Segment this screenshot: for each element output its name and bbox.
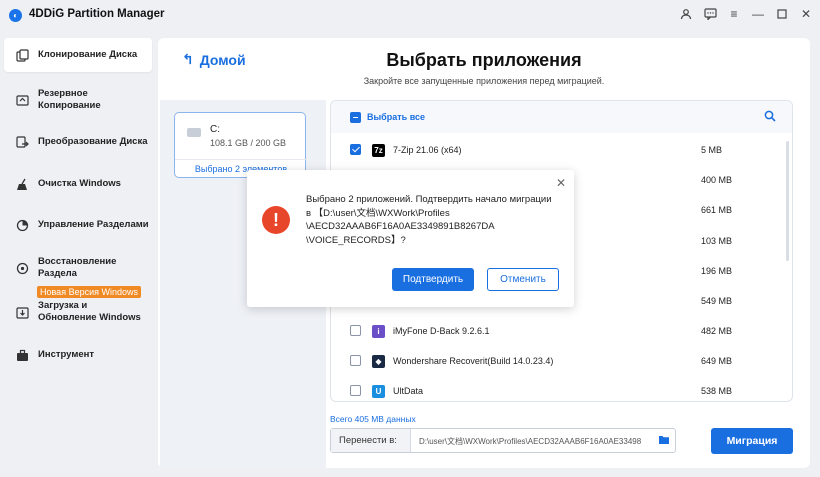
sidebar-item-clean-windows[interactable]: Очистка Windows bbox=[4, 172, 152, 196]
app-size: 649 MB bbox=[701, 356, 733, 366]
app-size: 196 MB bbox=[701, 266, 733, 276]
close-icon[interactable]: ✕ bbox=[798, 6, 814, 22]
maximize-icon[interactable] bbox=[774, 6, 790, 22]
sidebar-item-convert-disk[interactable]: Преобразование Диска bbox=[4, 130, 152, 154]
destination-label: Перенести в: bbox=[331, 429, 411, 452]
confirm-button[interactable]: Подтвердить bbox=[392, 268, 474, 291]
sidebar-item-windows-update[interactable]: Загрузка и Обновление Windows bbox=[4, 298, 152, 326]
app-size: 482 MB bbox=[701, 326, 733, 336]
list-item[interactable]: U UltData 538 MB bbox=[331, 376, 792, 401]
list-item[interactable]: 7z 7-Zip 21.06 (x64) 5 MB bbox=[331, 135, 792, 165]
dialog-message: Выбрано 2 приложений. Подтвердить начало… bbox=[306, 193, 561, 247]
total-size: Всего 405 MB данных bbox=[330, 414, 416, 424]
dialog-line: Выбрано 2 приложений. Подтвердить начало… bbox=[306, 194, 552, 205]
minimize-icon[interactable]: — bbox=[750, 6, 766, 22]
app-size: 103 MB bbox=[701, 236, 733, 246]
app-checkbox[interactable] bbox=[350, 355, 361, 366]
disk-name: C: bbox=[210, 124, 220, 135]
disk-icon bbox=[187, 128, 201, 137]
sidebar-item-restore-partition[interactable]: Восстановление Раздела bbox=[4, 254, 152, 282]
list-scrollbar[interactable] bbox=[786, 141, 789, 261]
sidebar-item-label: Клонирование Диска bbox=[38, 49, 138, 60]
account-icon[interactable] bbox=[678, 6, 694, 22]
app-checkbox[interactable] bbox=[350, 144, 361, 155]
folder-icon[interactable] bbox=[658, 434, 670, 448]
restore-icon bbox=[15, 261, 29, 275]
app-size: 549 MB bbox=[701, 296, 733, 306]
app-name: iMyFone D-Back 9.2.6.1 bbox=[393, 326, 490, 336]
window-controls: ≡ — ✕ bbox=[678, 6, 814, 22]
feedback-icon[interactable] bbox=[702, 6, 718, 22]
broom-icon bbox=[15, 177, 29, 191]
backup-icon bbox=[15, 93, 29, 107]
dialog-line: в 【D:\user\文档\WXWork\Profiles bbox=[306, 207, 450, 219]
sidebar-item-label: Управление Разделами bbox=[38, 219, 149, 230]
confirm-dialog: ✕ ! Выбрано 2 приложений. Подтвердить на… bbox=[247, 170, 574, 307]
recoverit-icon: ◆ bbox=[372, 355, 385, 368]
sidebar-item-label: Преобразование Диска bbox=[38, 136, 148, 147]
dialog-close-icon[interactable]: ✕ bbox=[556, 176, 566, 190]
app-name: Wondershare Recoverit(Build 14.0.23.4) bbox=[393, 356, 554, 366]
search-icon[interactable] bbox=[764, 110, 776, 125]
cancel-button[interactable]: Отменить bbox=[487, 268, 559, 291]
convert-disk-icon bbox=[15, 135, 29, 149]
toolbox-icon bbox=[15, 348, 29, 362]
app-title: 4DDiG Partition Manager bbox=[29, 8, 165, 20]
partition-icon bbox=[15, 218, 29, 232]
7zip-icon: 7z bbox=[372, 144, 385, 157]
sidebar-item-label: Резервное Копирование bbox=[38, 88, 101, 111]
disk-card[interactable]: C: 108.1 GB / 200 GB Выбрано 2 элементов bbox=[174, 112, 307, 178]
list-item[interactable]: ◆ Wondershare Recoverit(Build 14.0.23.4)… bbox=[331, 346, 792, 376]
sidebar-item-label: Восстановление Раздела bbox=[38, 256, 117, 279]
select-all-checkbox[interactable] bbox=[350, 112, 361, 123]
sidebar-item-label: Загрузка и Обновление Windows bbox=[38, 300, 141, 323]
sidebar-item-clone-disk[interactable]: Клонирование Диска bbox=[4, 38, 152, 72]
app-checkbox[interactable] bbox=[350, 325, 361, 336]
title-bar: ◐ 4DDiG Partition Manager ≡ — ✕ bbox=[0, 0, 820, 30]
warning-icon: ! bbox=[262, 206, 290, 234]
new-version-badge: Новая Версия Windows bbox=[37, 286, 141, 298]
dialog-line: \VOICE_RECORDS】? bbox=[306, 234, 406, 246]
menu-icon[interactable]: ≡ bbox=[726, 6, 742, 22]
sidebar-item-partitions[interactable]: Управление Разделами bbox=[4, 213, 152, 237]
sidebar: Клонирование Диска Резервное Копирование… bbox=[0, 30, 158, 477]
app-name: 7-Zip 21.06 (x64) bbox=[393, 145, 462, 155]
page-title: Выбрать приложения bbox=[386, 50, 582, 70]
dialog-line: \AECD32AAAB6F16A0AE3349891B8267DA bbox=[306, 221, 495, 232]
list-item[interactable]: i iMyFone D-Back 9.2.6.1 482 MB bbox=[331, 316, 792, 346]
app-size: 538 MB bbox=[701, 386, 733, 396]
destination-field[interactable]: Перенести в: D:\user\文档\WXWork\Profiles\… bbox=[330, 428, 676, 453]
ultdata-icon: U bbox=[372, 385, 385, 398]
app-size: 400 MB bbox=[701, 175, 733, 185]
app-name: UltData bbox=[393, 386, 424, 396]
app-size: 5 MB bbox=[701, 145, 723, 155]
app-checkbox[interactable] bbox=[350, 385, 361, 396]
destination-path[interactable]: D:\user\文档\WXWork\Profiles\AECD32AAAB6F1… bbox=[419, 436, 659, 447]
clone-disk-icon bbox=[15, 48, 29, 62]
sidebar-item-tools[interactable]: Инструмент bbox=[4, 343, 152, 367]
list-header: Выбрать все bbox=[331, 101, 792, 133]
page-subtitle: Закройте все запущенные приложения перед… bbox=[363, 76, 605, 86]
disk-size: 108.1 GB / 200 GB bbox=[210, 138, 287, 148]
imyfone-icon: i bbox=[372, 325, 385, 338]
sidebar-item-backup[interactable]: Резервное Копирование bbox=[4, 86, 152, 114]
sidebar-item-label: Очистка Windows bbox=[38, 178, 121, 189]
sidebar-item-label: Инструмент bbox=[38, 349, 95, 360]
download-icon bbox=[15, 305, 29, 319]
app-size: 661 MB bbox=[701, 205, 733, 215]
app-logo-icon: ◐ bbox=[9, 9, 22, 22]
migrate-button[interactable]: Миграция bbox=[711, 428, 793, 454]
select-all-label: Выбрать все bbox=[367, 112, 426, 122]
